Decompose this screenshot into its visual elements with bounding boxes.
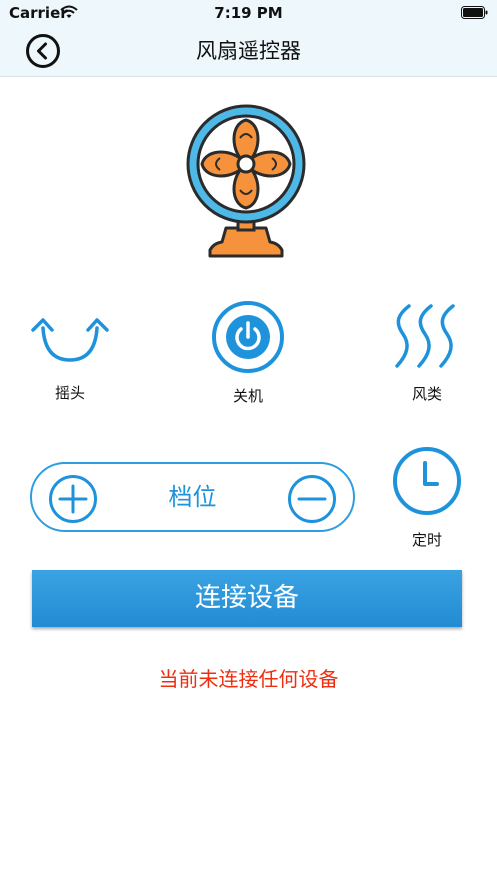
wind-type-label: 风类	[411, 385, 442, 403]
connect-device-button[interactable]: 连接设备	[32, 570, 462, 627]
power-button[interactable]: 关机	[198, 299, 298, 406]
swing-button[interactable]: 摇头	[20, 312, 120, 403]
page-title: 风扇遥控器	[196, 39, 301, 63]
wind-type-button[interactable]: 风类	[377, 302, 477, 404]
swing-arrows-icon	[31, 318, 109, 362]
power-label: 关机	[232, 387, 263, 405]
swing-label: 摇头	[54, 384, 85, 402]
clock-icon	[393, 447, 461, 515]
level-control: 档位	[30, 462, 355, 532]
wind-waves-icon	[395, 304, 455, 368]
battery-icon	[461, 6, 488, 19]
status-time: 7:19 PM	[214, 4, 283, 22]
minus-circle-icon[interactable]	[287, 474, 337, 524]
connection-status-text: 当前未连接任何设备	[158, 667, 339, 691]
plus-circle-icon[interactable]	[48, 474, 98, 524]
timer-button[interactable]: 定时	[377, 445, 477, 550]
power-icon	[212, 301, 284, 373]
status-bar: Carrier 7:19 PM	[0, 0, 497, 26]
nav-bar: 风扇遥控器	[0, 26, 497, 77]
desk-fan-icon	[186, 104, 306, 258]
chevron-left-circle-icon[interactable]	[25, 33, 61, 69]
timer-label: 定时	[411, 531, 442, 549]
